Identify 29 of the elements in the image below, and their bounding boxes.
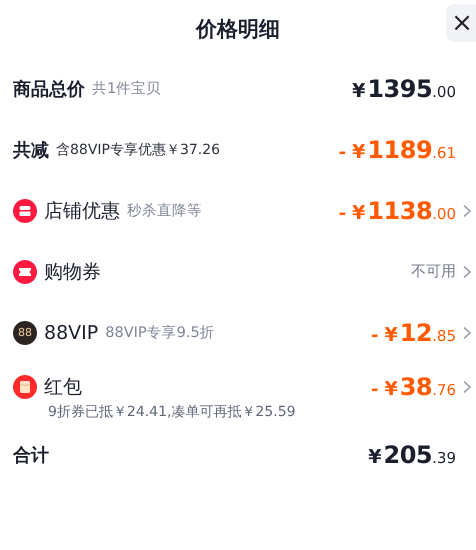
row-label: 共减 [13, 138, 49, 162]
chevron-icon [462, 204, 472, 218]
vip-badge: 88 [13, 320, 37, 344]
status-text: 不可用 [411, 262, 456, 281]
page-title: 价格明细 [196, 16, 280, 43]
price-amount: - ¥1189.61 [338, 136, 456, 164]
row-detail: 9折券已抵￥24.41,凑单可再抵￥25.59 [47, 402, 297, 420]
row-note: 88VIP专享9.5折 [105, 324, 215, 342]
envelope-icon [13, 374, 37, 398]
price-amount: - ¥1138.00 [338, 196, 456, 224]
row-label: 店铺优惠 [44, 198, 120, 224]
row-note: 秒杀直降等 [127, 202, 202, 220]
row-label: 88VIP [44, 322, 98, 344]
price-amount: ¥205.39 [368, 440, 456, 468]
price-amount: ¥1395.00 [352, 74, 456, 102]
row-label: 合计 [13, 444, 49, 466]
row-note: 含88VIP专享优惠￥37.26 [56, 140, 220, 158]
row-label: 红包 [44, 374, 82, 400]
row-note: 共1件宝贝 [92, 80, 162, 98]
row-label: 购物券 [44, 260, 101, 284]
store-icon [13, 198, 37, 222]
price-amount: - ¥12.85 [371, 318, 456, 346]
ticket-icon [13, 260, 37, 284]
row-label: 商品总价 [13, 78, 85, 100]
chevron-icon [462, 326, 472, 340]
chevron-icon [462, 264, 472, 278]
close-button[interactable]: × [446, 4, 476, 42]
price-amount: - ¥38.76 [371, 372, 456, 400]
chevron-icon [462, 380, 472, 394]
